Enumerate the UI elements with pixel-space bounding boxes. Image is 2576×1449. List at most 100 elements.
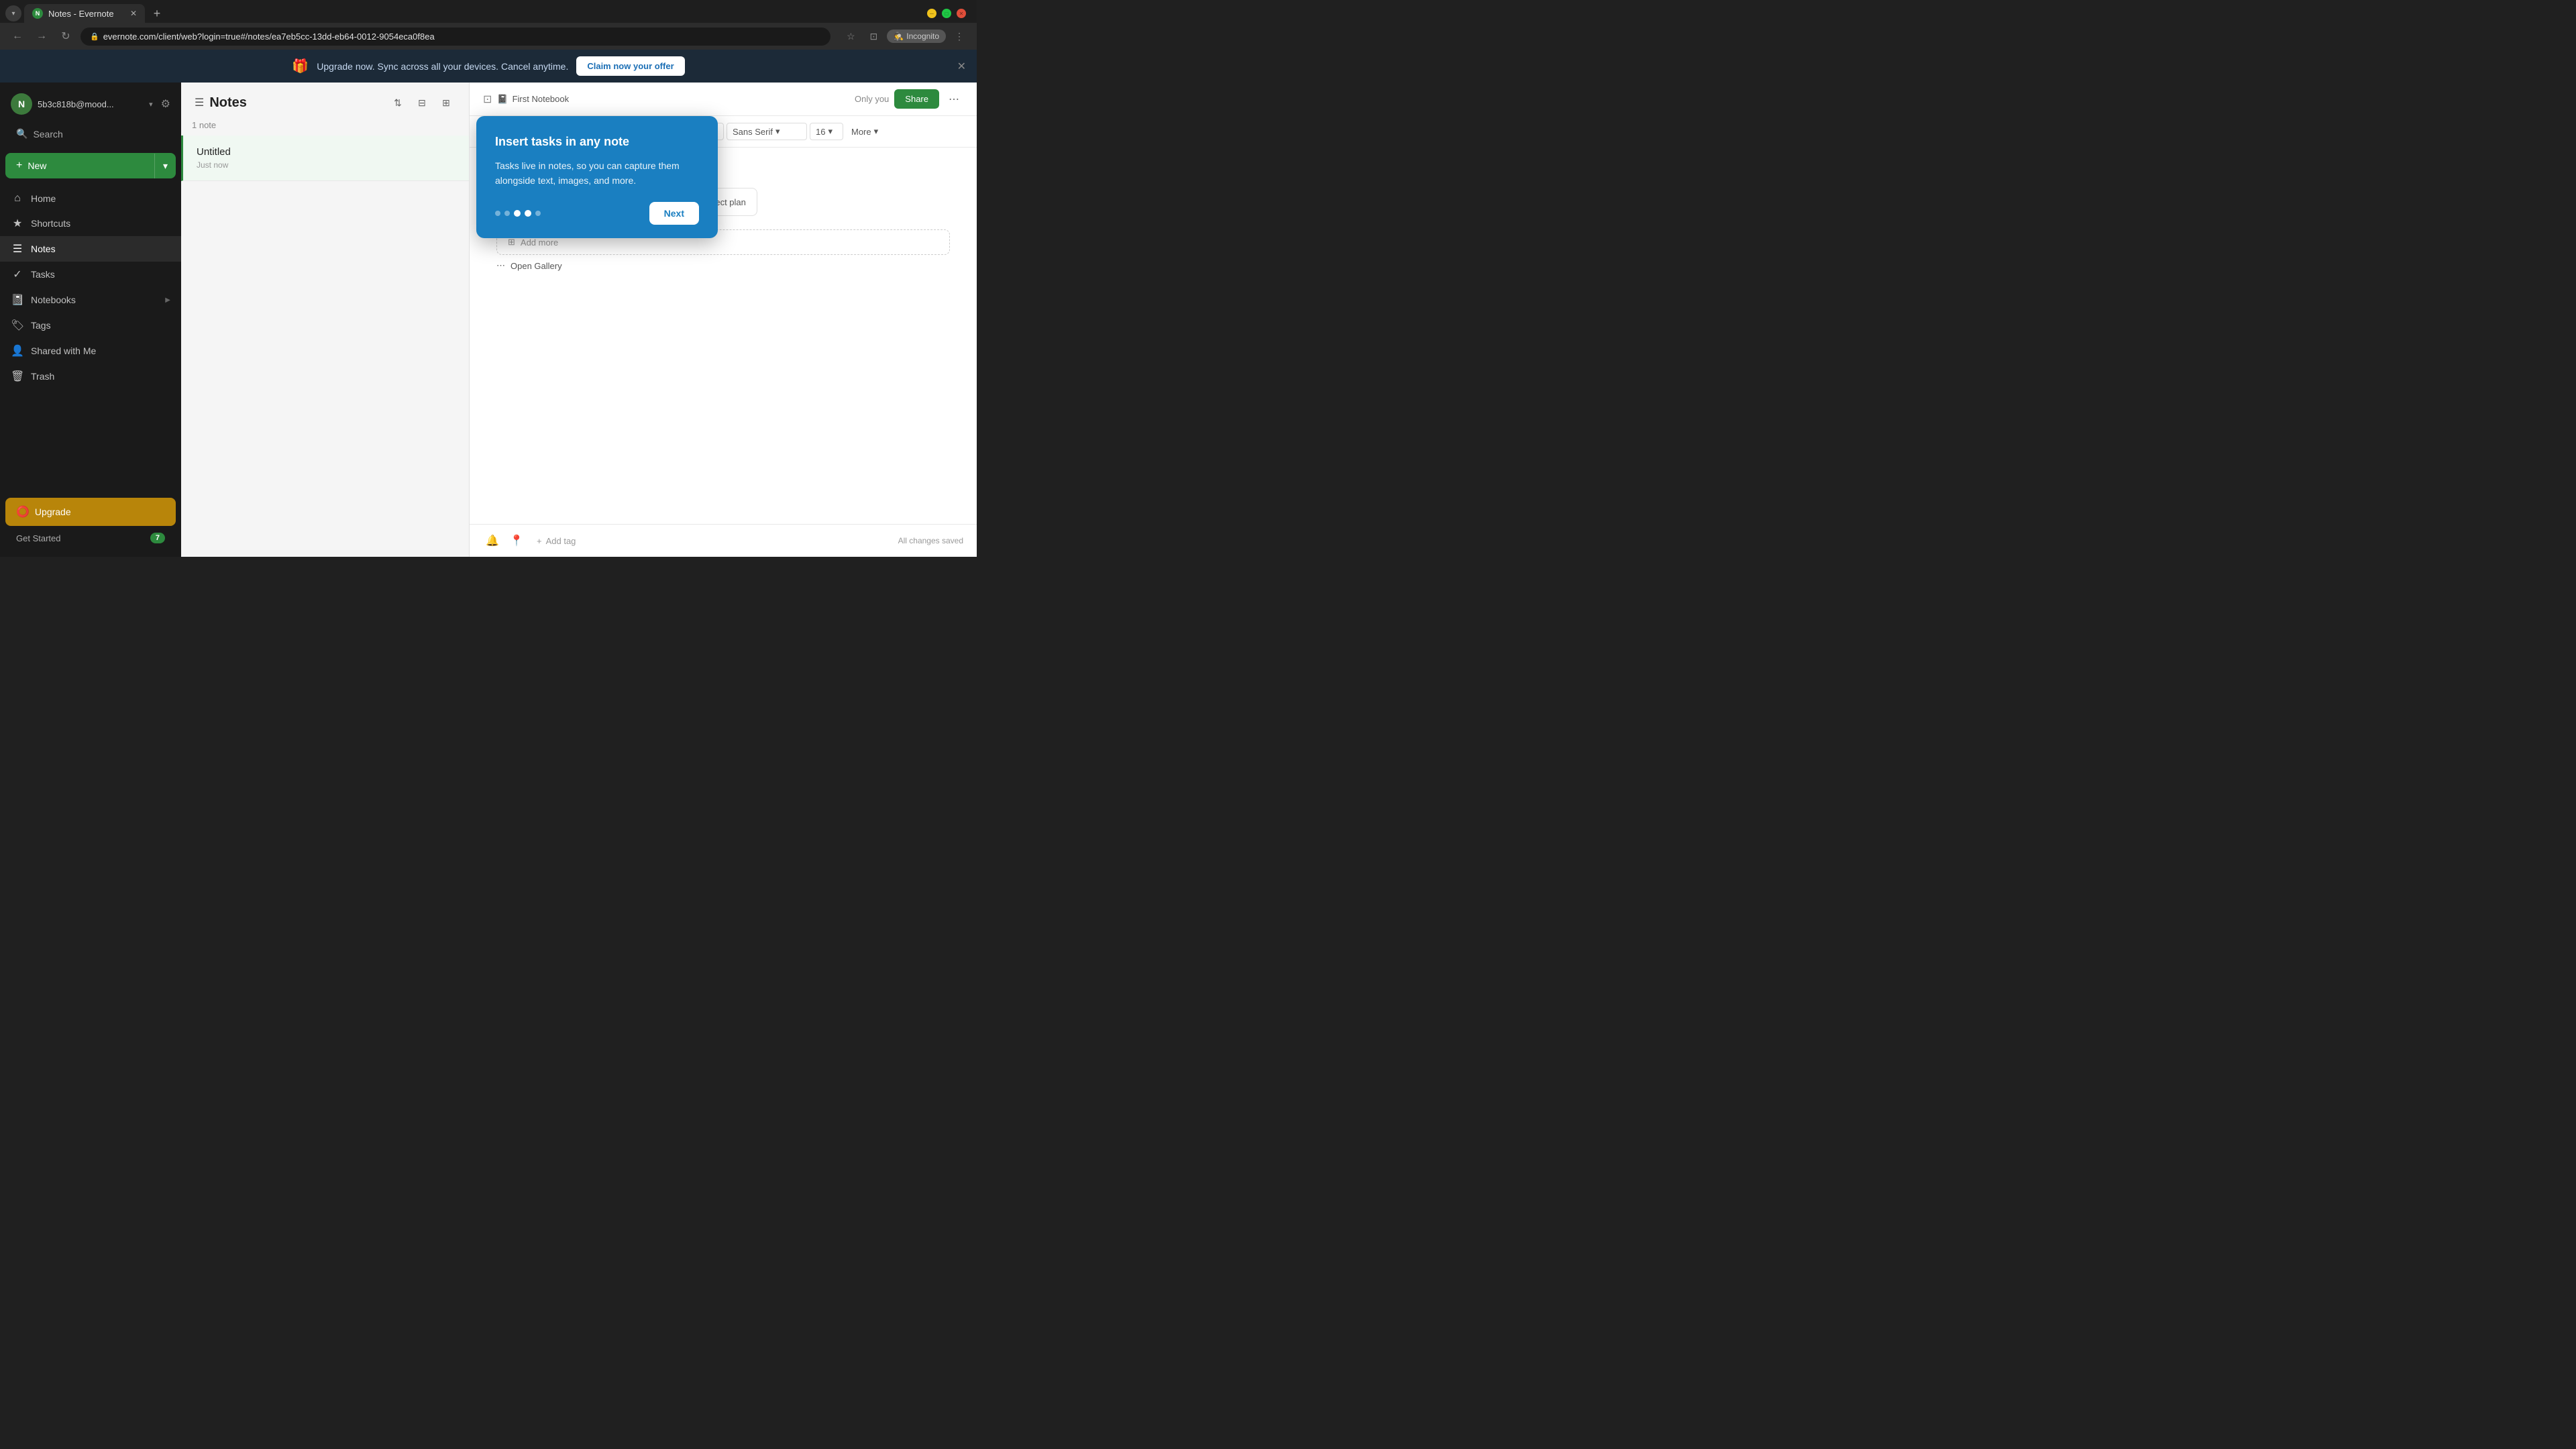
banner-text: Upgrade now. Sync across all your device… bbox=[317, 61, 568, 72]
new-button-label[interactable]: + New bbox=[5, 153, 154, 178]
back-button[interactable]: ← bbox=[8, 27, 27, 46]
editor-actions: Only you Share ⋯ bbox=[855, 89, 963, 109]
active-tab[interactable]: N Notes - Evernote ✕ bbox=[24, 4, 145, 23]
filter-button[interactable]: ⊟ bbox=[413, 93, 431, 112]
more-toolbar-label: More bbox=[851, 127, 871, 137]
search-button[interactable]: 🔍 Search bbox=[5, 123, 176, 145]
add-tag-button[interactable]: + Add tag bbox=[531, 533, 581, 549]
only-you-text: Only you bbox=[855, 94, 889, 104]
search-icon: 🔍 bbox=[16, 128, 28, 140]
sidebar-item-trash[interactable]: 🗑 Trash bbox=[0, 364, 181, 389]
notebook-badge[interactable]: 📓 First Notebook bbox=[497, 94, 569, 105]
tab-bar: ▾ N Notes - Evernote ✕ + ─ □ ✕ bbox=[0, 0, 977, 23]
gallery-icon: ⋯ bbox=[496, 260, 505, 271]
new-button[interactable]: + New ▾ bbox=[5, 153, 176, 178]
search-label: Search bbox=[33, 129, 62, 140]
lock-icon: 🔒 bbox=[90, 32, 99, 41]
open-gallery-button[interactable]: ⋯ Open Gallery bbox=[496, 255, 950, 276]
more-toolbar-chevron: ▾ bbox=[874, 126, 879, 137]
reminder-button[interactable]: 🔔 bbox=[483, 531, 502, 550]
font-family-label: Sans Serif bbox=[733, 127, 773, 137]
address-bar-row: ← → ↻ 🔒 evernote.com/client/web?login=tr… bbox=[0, 23, 977, 50]
popup-next-button[interactable]: Next bbox=[649, 202, 699, 225]
sidebar-item-notebooks[interactable]: 📓 Notebooks ▶ bbox=[0, 287, 181, 313]
plus-icon: + bbox=[16, 160, 22, 172]
gift-icon: 🎁 bbox=[292, 58, 309, 74]
popup-footer: Next bbox=[495, 202, 699, 225]
bookmark-button[interactable]: ☆ bbox=[841, 27, 860, 46]
account-chevron-icon: ▾ bbox=[149, 100, 153, 109]
sidebar-item-tags[interactable]: 🏷 Tags bbox=[0, 313, 181, 338]
share-button[interactable]: Share bbox=[894, 89, 939, 109]
tags-label: Tags bbox=[31, 320, 51, 331]
app-body: 🎁 Upgrade now. Sync across all your devi… bbox=[0, 50, 977, 557]
sort-button[interactable]: ⇅ bbox=[388, 93, 407, 112]
sidebar: N 5b3c818b@mood... ▾ ⚙ 🔍 Search + New ▾ … bbox=[0, 83, 181, 557]
popup-title: Insert tasks in any note bbox=[495, 148, 699, 149]
profile-button[interactable]: ⊡ bbox=[864, 27, 883, 46]
window-controls: ─ □ ✕ bbox=[927, 9, 971, 18]
popup-dot-4 bbox=[525, 210, 531, 217]
upgrade-button[interactable]: ⭕ Upgrade bbox=[5, 498, 176, 526]
tab-title: Notes - Evernote bbox=[48, 9, 114, 19]
note-editor-header: ⊡ 📓 First Notebook Only you Share ⋯ bbox=[470, 83, 977, 116]
maximize-button[interactable]: □ bbox=[942, 9, 951, 18]
account-row[interactable]: N 5b3c818b@mood... ▾ ⚙ bbox=[0, 88, 181, 120]
menu-button[interactable]: ⋮ bbox=[950, 27, 969, 46]
font-size-label: 16 bbox=[816, 127, 825, 137]
reload-button[interactable]: ↻ bbox=[56, 27, 75, 46]
minimize-button[interactable]: ─ bbox=[927, 9, 936, 18]
notes-count: 1 note bbox=[181, 117, 469, 136]
tasks-icon: ✓ bbox=[11, 268, 24, 281]
forward-button[interactable]: → bbox=[32, 27, 51, 46]
notebooks-icon: 📓 bbox=[11, 293, 24, 307]
note-card[interactable]: Untitled Just now bbox=[181, 136, 469, 181]
get-started-row[interactable]: Get Started 7 bbox=[5, 526, 176, 546]
tag-icon: + bbox=[537, 536, 542, 546]
popup-dot-1 bbox=[495, 211, 500, 216]
location-button[interactable]: 📍 bbox=[507, 531, 526, 550]
incognito-label: Incognito bbox=[906, 32, 939, 41]
address-bar[interactable]: 🔒 evernote.com/client/web?login=true#/no… bbox=[80, 28, 830, 46]
font-size-dropdown[interactable]: 16 ▾ bbox=[810, 123, 843, 140]
sidebar-item-shortcuts[interactable]: ★ Shortcuts bbox=[0, 211, 181, 236]
sidebar-item-tasks[interactable]: ✓ Tasks bbox=[0, 262, 181, 287]
tab-close-button[interactable]: ✕ bbox=[130, 9, 137, 18]
font-family-dropdown[interactable]: Sans Serif ▾ bbox=[727, 123, 807, 140]
popup-dots bbox=[495, 210, 541, 217]
home-label: Home bbox=[31, 193, 56, 204]
layout-button[interactable]: ⊞ bbox=[437, 93, 455, 112]
new-button-chevron[interactable]: ▾ bbox=[154, 154, 176, 178]
more-options-button[interactable]: ⋯ bbox=[945, 90, 963, 109]
tab-favicon: N bbox=[32, 8, 43, 19]
sidebar-item-home[interactable]: ⌂ Home bbox=[0, 186, 181, 211]
more-toolbar-button[interactable]: More ▾ bbox=[846, 123, 883, 140]
url-text: evernote.com/client/web?login=true#/note… bbox=[103, 32, 435, 42]
notes-list: ☰ Notes ⇅ ⊟ ⊞ 1 note Untitled Just now bbox=[181, 83, 470, 557]
new-label: New bbox=[28, 160, 46, 171]
notes-icon: ☰ bbox=[11, 242, 24, 256]
preview-icon[interactable]: ⊡ bbox=[483, 93, 492, 106]
banner-close-button[interactable]: ✕ bbox=[957, 60, 966, 73]
note-card-title: Untitled bbox=[197, 146, 455, 158]
claim-offer-button[interactable]: Claim now your offer bbox=[576, 56, 684, 76]
editor-content[interactable]: SUGGESTED TEMPLATES ☑ To-do list ☑ Meeti… bbox=[470, 148, 977, 524]
sidebar-item-notes[interactable]: ☰ Notes bbox=[0, 236, 181, 262]
browser-actions: ☆ ⊡ 🕵 Incognito ⋮ bbox=[841, 27, 969, 46]
task-popup: Insert tasks in any note Tasks live in n… bbox=[476, 148, 718, 238]
shortcuts-label: Shortcuts bbox=[31, 218, 70, 229]
notes-list-title: Notes bbox=[209, 95, 383, 111]
close-window-button[interactable]: ✕ bbox=[957, 9, 966, 18]
incognito-badge[interactable]: 🕵 Incognito bbox=[887, 30, 946, 43]
upgrade-label: Upgrade bbox=[35, 506, 71, 517]
get-started-badge: 7 bbox=[150, 533, 165, 543]
trash-label: Trash bbox=[31, 371, 54, 382]
upgrade-icon: ⭕ bbox=[16, 505, 30, 519]
add-more-icon: ⊞ bbox=[508, 237, 515, 248]
sidebar-item-shared[interactable]: 👤 Shared with Me bbox=[0, 338, 181, 364]
tab-switcher-button[interactable]: ▾ bbox=[5, 5, 21, 21]
get-started-label: Get Started bbox=[16, 533, 60, 543]
settings-icon[interactable]: ⚙ bbox=[161, 97, 170, 111]
new-tab-button[interactable]: + bbox=[148, 4, 166, 23]
incognito-icon: 🕵 bbox=[894, 32, 904, 41]
